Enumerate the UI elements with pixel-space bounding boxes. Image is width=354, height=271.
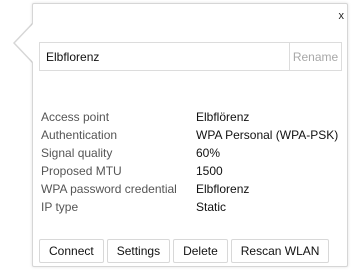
- detail-value: 1500: [196, 164, 223, 178]
- detail-label: Signal quality: [41, 146, 113, 160]
- detail-row-signal-quality: Signal quality 60%: [41, 144, 345, 162]
- delete-button[interactable]: Delete: [173, 239, 228, 263]
- detail-label: Authentication: [41, 128, 118, 142]
- detail-label: IP type: [41, 200, 79, 214]
- detail-row-ip-type: IP type Static: [41, 198, 345, 216]
- action-bar: Connect Settings Delete Rescan WLAN: [33, 239, 349, 263]
- rescan-wlan-button[interactable]: Rescan WLAN: [230, 239, 330, 263]
- settings-button[interactable]: Settings: [106, 239, 171, 263]
- popover-arrow-fill: [15, 23, 34, 63]
- detail-value: WPA Personal (WPA-PSK): [196, 128, 339, 142]
- network-name-row: Rename: [39, 42, 342, 71]
- detail-row-access-point: Access point Elbflörenz: [41, 108, 345, 126]
- detail-label: Proposed MTU: [41, 164, 122, 178]
- close-icon[interactable]: x: [339, 10, 345, 22]
- wlan-network-popover: x Rename Access point Elbflörenz Authent…: [32, 3, 348, 267]
- detail-value: Elbflörenz: [196, 110, 250, 124]
- detail-value: Static: [196, 200, 227, 214]
- network-name-input[interactable]: [40, 43, 289, 70]
- detail-value: 60%: [196, 146, 221, 160]
- connect-button[interactable]: Connect: [39, 239, 104, 263]
- network-details: Access point Elbflörenz Authentication W…: [41, 108, 345, 216]
- rename-button[interactable]: Rename: [289, 43, 341, 70]
- detail-row-authentication: Authentication WPA Personal (WPA-PSK): [41, 126, 345, 144]
- detail-value: Elbflorenz: [196, 182, 250, 196]
- detail-label: WPA password credential: [41, 182, 177, 196]
- detail-label: Access point: [41, 110, 110, 124]
- detail-row-proposed-mtu: Proposed MTU 1500: [41, 162, 345, 180]
- detail-row-wpa-password: WPA password credential Elbflorenz: [41, 180, 345, 198]
